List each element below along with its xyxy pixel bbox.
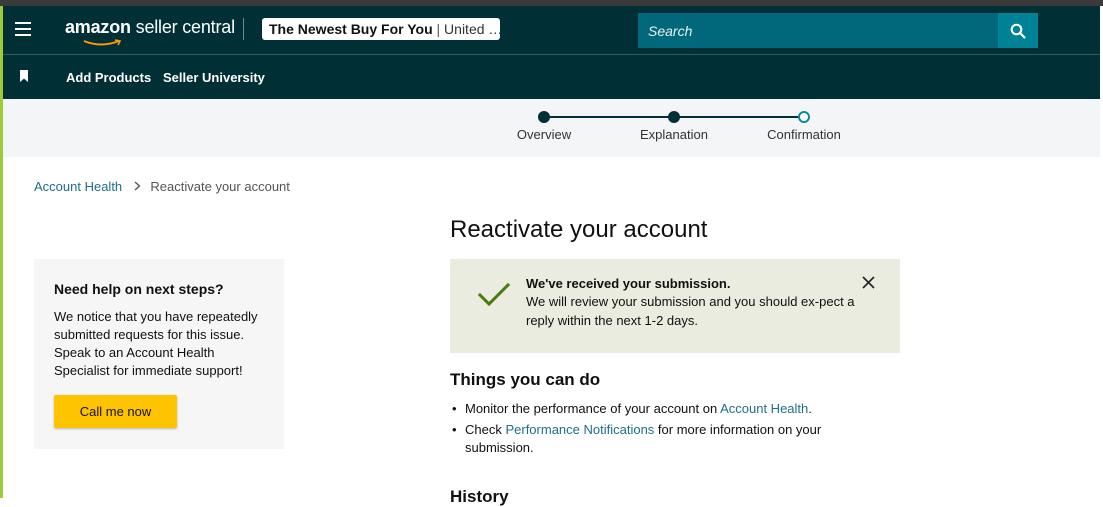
hamburger-icon[interactable] — [15, 22, 31, 36]
breadcrumb: Account Health Reactivate your account — [34, 179, 290, 194]
account-health-link[interactable]: Account Health — [720, 401, 808, 416]
list-item-text: Monitor the performance of your account … — [465, 401, 721, 416]
bookmark-icon[interactable] — [19, 70, 29, 82]
step-overview-marker — [538, 111, 550, 123]
help-card: Need help on next steps? We notice that … — [34, 259, 284, 449]
store-selector[interactable]: The Newest Buy For You | United … — [262, 18, 500, 40]
breadcrumb-account-health[interactable]: Account Health — [34, 179, 122, 194]
step-overview-label: Overview — [516, 127, 572, 142]
seller-central-logo[interactable]: amazon seller central — [65, 17, 235, 46]
store-name: The Newest Buy For You — [269, 21, 433, 37]
nav-seller-university[interactable]: Seller University — [163, 70, 265, 85]
breadcrumb-current: Reactivate your account — [150, 179, 290, 194]
step-confirmation-marker — [798, 111, 810, 123]
things-you-can-do-list: Monitor the performance of your account … — [450, 400, 870, 460]
chevron-right-icon — [134, 179, 141, 194]
step-connector — [674, 116, 804, 118]
alert-message: We will review your submission and you s… — [526, 294, 855, 328]
close-icon[interactable] — [862, 276, 875, 289]
performance-notifications-link[interactable]: Performance Notifications — [505, 422, 654, 437]
checkmark-icon — [478, 283, 510, 307]
top-header: amazon seller central The Newest Buy For… — [3, 6, 1100, 55]
alert-title: We've received your submission. — [526, 276, 731, 291]
header-divider — [243, 18, 244, 40]
search-icon — [1010, 23, 1026, 39]
step-explanation-marker — [668, 111, 680, 123]
logo-product: seller central — [135, 17, 235, 37]
help-card-body: We notice that you have repeatedly submi… — [54, 309, 258, 378]
list-item: Monitor the performance of your account … — [450, 400, 870, 418]
help-card-title: Need help on next steps? — [54, 281, 224, 297]
logo-smile-icon — [83, 39, 122, 46]
list-item-text: . — [808, 401, 812, 416]
store-separator: | — [436, 21, 441, 37]
progress-stepper: Overview Explanation Confirmation — [3, 99, 1100, 157]
things-you-can-do-heading: Things you can do — [450, 370, 601, 389]
nav-add-products[interactable]: Add Products — [66, 70, 151, 85]
success-alert: We've received your submission. We will … — [450, 259, 900, 353]
list-item-text: Check — [465, 422, 506, 437]
history-heading: History — [450, 487, 509, 506]
step-connector — [544, 116, 674, 118]
sub-navigation: Add Products Seller University — [3, 55, 1100, 99]
store-region: United … — [444, 21, 500, 37]
call-me-now-button[interactable]: Call me now — [54, 395, 177, 428]
list-item: Check Performance Notifications for more… — [450, 421, 870, 457]
page-title: Reactivate your account — [450, 216, 708, 243]
search-input[interactable] — [638, 13, 998, 48]
step-explanation-label: Explanation — [640, 127, 708, 142]
search-button[interactable] — [998, 13, 1038, 48]
step-confirmation-label: Confirmation — [767, 127, 841, 142]
logo-brand: amazon — [65, 17, 131, 37]
